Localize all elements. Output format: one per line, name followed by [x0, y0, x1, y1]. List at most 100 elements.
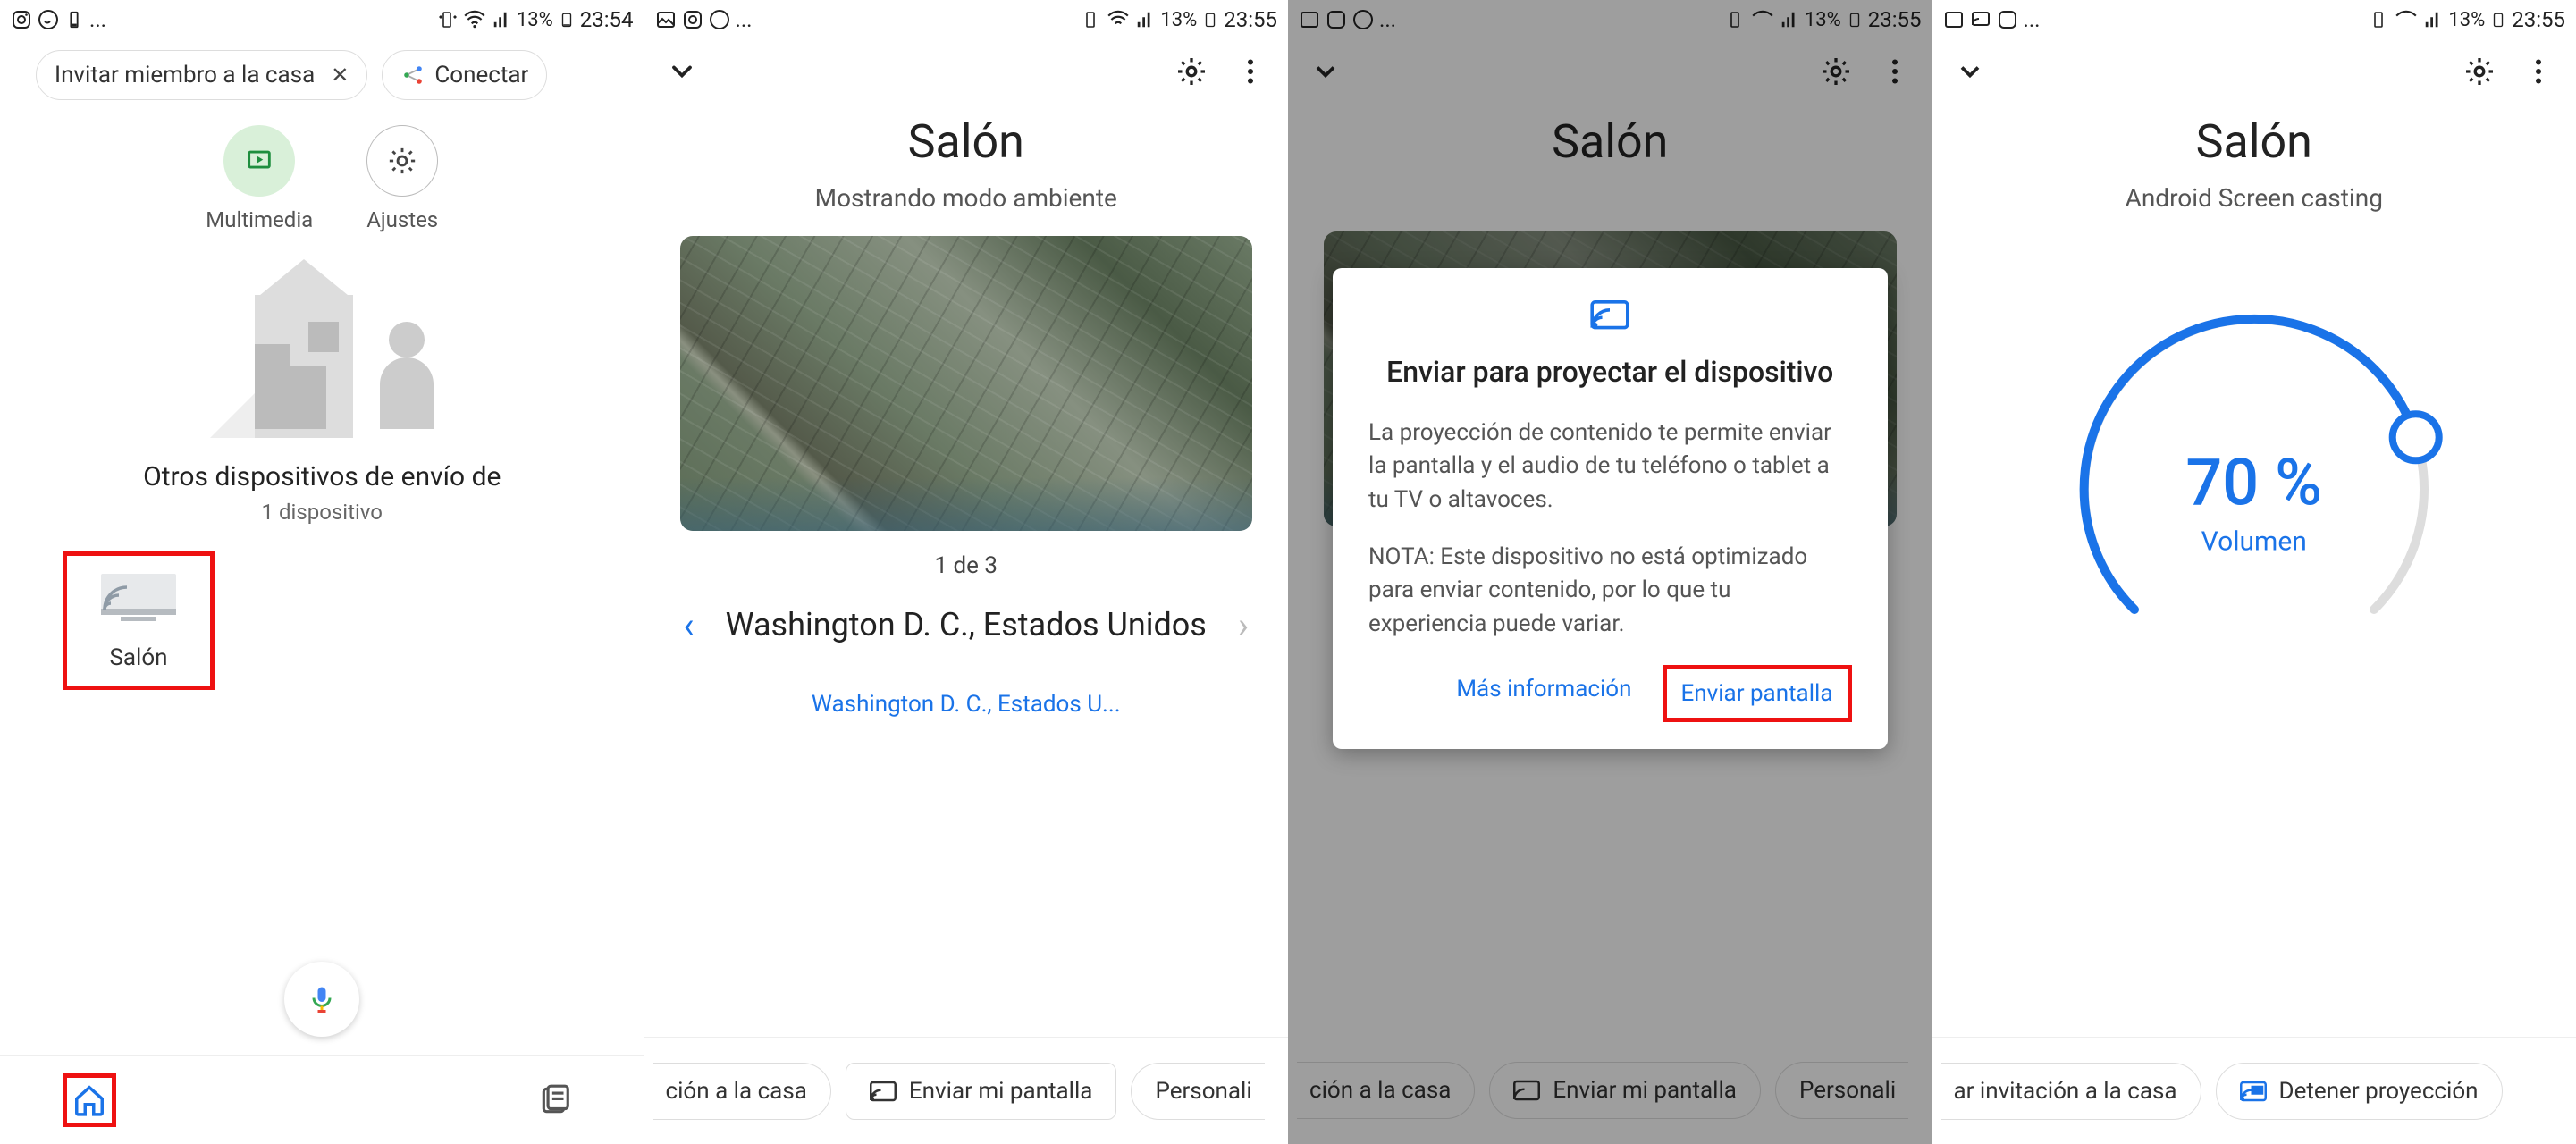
chevron-down-icon — [1954, 55, 1986, 88]
status-left-icons: ... — [11, 7, 106, 32]
chip-label: Conectar — [434, 62, 528, 88]
suggestion-chips: Invitar miembro a la casa ✕ Conectar — [0, 39, 644, 111]
action-chips-row[interactable]: ción a la casa Enviar mi pantalla Person… — [644, 1037, 1289, 1144]
battery-icon — [2490, 9, 2506, 30]
settings-label: Ajustes — [366, 207, 438, 232]
device-settings-button[interactable] — [2463, 55, 2496, 91]
volume-dial[interactable]: 70 % Volumen — [2040, 275, 2469, 704]
more-vert-icon — [2522, 55, 2555, 88]
signal-icon — [492, 10, 511, 29]
overflow-menu[interactable] — [1234, 55, 1267, 91]
multimedia-label: Multimedia — [206, 207, 313, 232]
gear-icon — [366, 125, 438, 197]
home-icon — [72, 1082, 106, 1118]
more-icon: ... — [89, 7, 106, 32]
chip-label: ar invitación a la casa — [1954, 1078, 2177, 1105]
cast-confirm-dialog: Enviar para proyectar el dispositivo La … — [1333, 268, 1888, 749]
status-clock: 23:54 — [580, 7, 634, 32]
next-arrow[interactable]: › — [1225, 604, 1261, 646]
status-right: 13% 23:55 — [1080, 7, 1277, 32]
more-icon: ... — [736, 7, 753, 32]
volume-label: Volumen — [2040, 526, 2469, 558]
cast-icon — [870, 1081, 897, 1102]
feed-icon — [538, 1083, 572, 1117]
volume-readout: 70 % Volumen — [2040, 445, 2469, 558]
cast-screen-button[interactable]: Enviar pantalla — [1663, 665, 1852, 722]
nav-feed[interactable] — [528, 1073, 582, 1127]
device-title: Salón — [644, 114, 1289, 169]
chip-label: Personali — [1155, 1078, 1251, 1105]
wifi-icon — [463, 8, 486, 31]
photo-location-row: ‹ Washington D. C., Estados Unidos › — [644, 595, 1289, 655]
instagram-icon — [682, 9, 703, 30]
status-bar: ... 13% 23:54 — [0, 0, 644, 39]
prev-arrow[interactable]: ‹ — [671, 604, 707, 646]
status-left-icons: ... — [655, 7, 753, 32]
multimedia-button[interactable]: Multimedia — [206, 125, 313, 232]
vibrate-icon — [1080, 9, 1101, 30]
more-info-button[interactable]: Más información — [1442, 665, 1646, 722]
device-subtitle: Android Screen casting — [1932, 183, 2576, 213]
play-icon — [223, 125, 295, 197]
status-bar: ... 13% 23:55 — [1932, 0, 2576, 39]
battery-low-icon — [64, 10, 84, 29]
more-icon: ... — [2024, 7, 2041, 32]
assistant-mic-fab[interactable] — [284, 962, 359, 1037]
photo-location: Washington D. C., Estados Unidos — [707, 604, 1226, 646]
device-header — [1932, 39, 2576, 107]
invite-member-chip[interactable]: Invitar miembro a la casa ✕ — [36, 50, 367, 100]
back-button[interactable] — [666, 55, 698, 91]
chevron-down-icon — [666, 55, 698, 88]
device-card-salon[interactable]: Salón — [63, 551, 215, 690]
device-subtitle: Mostrando modo ambiente — [644, 183, 1289, 213]
battery-pct: 13% — [2448, 9, 2485, 31]
mic-icon — [306, 983, 338, 1015]
chip-label: ción a la casa — [666, 1078, 807, 1105]
battery-icon — [1202, 9, 1218, 30]
home-illustration — [210, 268, 434, 429]
cast-screen-chip[interactable]: Enviar mi pantalla — [846, 1063, 1117, 1120]
overflow-menu[interactable] — [2522, 55, 2555, 91]
gear-icon — [2463, 55, 2496, 88]
screen-cast-dialog: ... 13%23:55 Salón Washington D. C., Est… — [1288, 0, 1932, 1144]
screen-casting: ... 13% 23:55 Salón Android Screen casti… — [1932, 0, 2576, 1144]
dialog-body-2: NOTA: Este dispositivo no está optimizad… — [1368, 541, 1852, 642]
back-button[interactable] — [1954, 55, 1986, 91]
wifi-icon — [1107, 8, 1130, 31]
settings-button[interactable]: Ajustes — [366, 125, 438, 232]
status-clock: 23:55 — [2512, 7, 2565, 32]
network-icon — [400, 63, 425, 88]
cast-device-icon — [94, 570, 183, 628]
cast-active-icon — [2240, 1081, 2267, 1102]
status-clock: 23:55 — [1224, 7, 1277, 32]
battery-pct: 13% — [517, 9, 553, 31]
photo-pager: 1 de 3 — [644, 552, 1289, 579]
status-right: 13% 23:54 — [436, 7, 634, 32]
device-count: 1 dispositivo — [0, 500, 644, 525]
chip-label: Enviar mi pantalla — [909, 1078, 1093, 1105]
ambient-photo[interactable] — [680, 236, 1253, 531]
action-chips-row[interactable]: ar invitación a la casa Detener proyecci… — [1932, 1037, 2576, 1144]
connect-chip[interactable]: Conectar — [382, 50, 547, 100]
status-bar: ... 13% 23:55 — [644, 0, 1289, 39]
vibrate-icon — [436, 9, 458, 30]
cast-icon — [1368, 300, 1852, 332]
photo-link[interactable]: Washington D. C., Estados U... — [644, 691, 1289, 718]
signal-icon — [1135, 10, 1155, 29]
screen-device: ... 13% 23:55 Salón Mostrando modo ambie… — [644, 0, 1289, 1144]
personalize-chip-partial[interactable]: Personali — [1131, 1063, 1264, 1120]
whatsapp-icon — [709, 9, 730, 30]
nav-home[interactable] — [63, 1073, 116, 1127]
vibrate-icon — [2368, 9, 2389, 30]
invite-chip-partial[interactable]: ción a la casa — [653, 1063, 831, 1120]
close-icon[interactable]: ✕ — [331, 63, 349, 88]
instagram-icon — [11, 9, 32, 30]
device-settings-button[interactable] — [1175, 55, 1208, 91]
stop-casting-chip[interactable]: Detener proyección — [2216, 1063, 2503, 1120]
chip-label: Invitar miembro a la casa — [55, 62, 315, 88]
other-devices-title: Otros dispositivos de envío de — [0, 461, 644, 492]
image-icon — [655, 9, 677, 30]
screen-home: ... 13% 23:54 Invitar miembro a la casa … — [0, 0, 644, 1144]
invite-chip-partial[interactable]: ar invitación a la casa — [1941, 1063, 2201, 1120]
dialog-actions: Más información Enviar pantalla — [1368, 665, 1852, 722]
